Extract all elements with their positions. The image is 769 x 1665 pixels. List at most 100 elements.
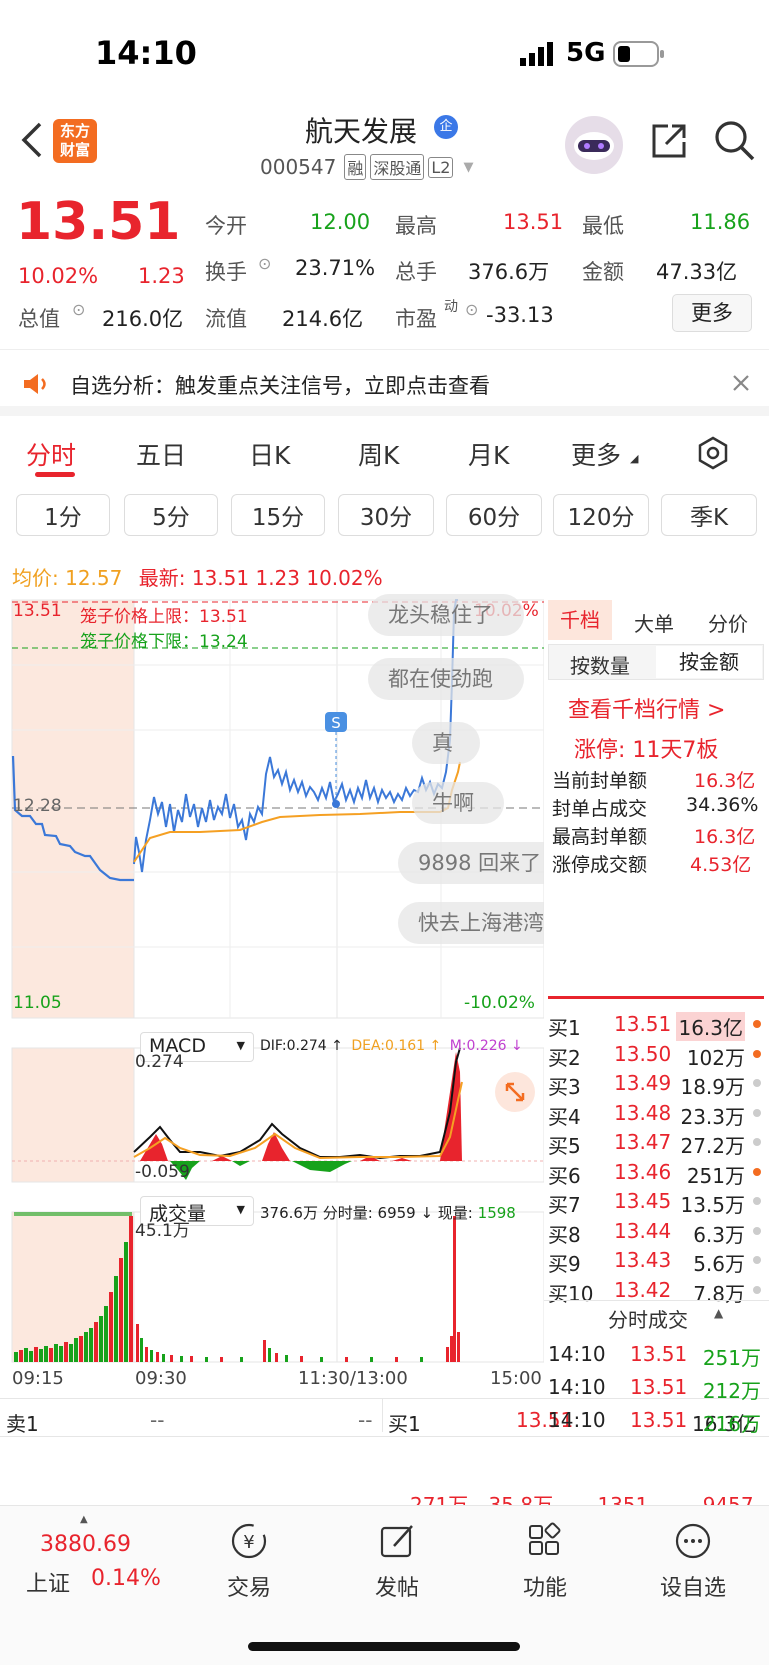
- set-watchlist-label: 设自选: [659, 1576, 726, 1601]
- pct-bot-label: -10.02%: [464, 993, 535, 1013]
- bid-row[interactable]: 买9 13.43 5.6万: [544, 1246, 769, 1276]
- turnover-value: 23.71%: [295, 256, 376, 280]
- assistant-avatar[interactable]: [565, 116, 623, 174]
- more-arrow-icon: ◢: [630, 452, 639, 465]
- trade-row: 14:10 13.51 216万: [544, 1406, 769, 1436]
- trade-label: 交易: [226, 1576, 271, 1601]
- period-120min[interactable]: 120分: [553, 494, 649, 536]
- period-1min[interactable]: 1分: [16, 494, 110, 536]
- sub-tab-by-amount[interactable]: 按金额: [656, 646, 762, 678]
- low-label: 最低: [582, 214, 624, 238]
- dropdown-icon: ▼: [236, 1039, 245, 1052]
- more-dots-icon: [628, 1520, 758, 1562]
- status-time: 14:10: [95, 34, 197, 72]
- divider: [544, 1300, 769, 1301]
- back-icon[interactable]: [16, 120, 46, 164]
- trade-button[interactable]: ¥ 交易: [184, 1520, 314, 1602]
- bid-row[interactable]: 买1 13.51 16.3亿: [544, 1010, 769, 1041]
- bid-row[interactable]: 买6 13.46 251万: [544, 1158, 769, 1188]
- bid-price: 13.45: [614, 1189, 672, 1213]
- thousand-level-link[interactable]: 查看千档行情 >: [568, 692, 725, 724]
- bid-row[interactable]: 买7 13.45 13.5万: [544, 1187, 769, 1217]
- comment-bubble[interactable]: 快去上海港湾: [398, 902, 544, 944]
- notice-bar[interactable]: 自选分析：触发重点关注信号，立即点击查看: [0, 352, 769, 416]
- tab-monthly-k[interactable]: 月K: [468, 436, 509, 472]
- functions-button[interactable]: 功能: [480, 1520, 610, 1602]
- period-5min[interactable]: 5分: [124, 494, 218, 536]
- bid-label: 买4: [548, 1104, 581, 1129]
- search-icon[interactable]: [712, 118, 758, 168]
- post-button[interactable]: 发帖: [332, 1520, 462, 1602]
- bid-dot-icon: [753, 1079, 761, 1087]
- info-icon[interactable]: ⊙: [258, 254, 271, 273]
- bid-row[interactable]: 买8 13.44 6.3万: [544, 1217, 769, 1247]
- index-name[interactable]: 上证: [26, 1566, 70, 1598]
- share-icon[interactable]: [648, 120, 690, 166]
- bid-price: 13.48: [614, 1100, 672, 1125]
- period-60min[interactable]: 60分: [446, 494, 542, 536]
- bid-row[interactable]: 买4 13.48 23.3万: [544, 1099, 769, 1129]
- notice-text: 自选分析：触发重点关注信号，立即点击查看: [70, 374, 490, 398]
- bid-dot-icon: [753, 1020, 761, 1028]
- sub-tab-by-quantity[interactable]: 按数量: [570, 650, 630, 679]
- comment-bubble[interactable]: 真: [412, 722, 480, 764]
- bid-price: 13.44: [614, 1218, 672, 1243]
- comment-bubble[interactable]: 牛啊: [412, 782, 504, 824]
- volume-top-label: 45.1万: [135, 1221, 190, 1241]
- bid-label: 买9: [548, 1252, 581, 1276]
- macd-dif: DIF:0.274 ↑: [260, 1038, 343, 1054]
- bid1-label: 买1: [388, 1412, 421, 1436]
- stock-code-row: 000547 融 深股通 L2 ▼: [260, 154, 473, 180]
- period-30min[interactable]: 30分: [338, 494, 434, 536]
- limit-down-label: 笼子价格下限：13.24: [80, 632, 248, 652]
- detail-value: 35.8万: [488, 1493, 554, 1505]
- detail-value: 9457: [702, 1493, 754, 1505]
- bid-row[interactable]: 买3 13.49 18.9万: [544, 1069, 769, 1099]
- ask1-volume: --: [358, 1408, 373, 1432]
- index-pct[interactable]: 0.14%: [91, 1566, 161, 1591]
- edit-icon: [332, 1520, 462, 1562]
- dropdown-arrow-icon[interactable]: ▼: [463, 160, 473, 175]
- tab-weekly-k[interactable]: 周K: [358, 436, 399, 472]
- info-icon[interactable]: ⊙: [72, 300, 85, 319]
- expand-icon[interactable]: [495, 1072, 535, 1112]
- info-icon[interactable]: ⊙: [465, 300, 478, 319]
- stock-code: 000547: [260, 155, 337, 179]
- tab-daily-k[interactable]: 日K: [249, 436, 290, 472]
- bid-label: 买7: [548, 1193, 581, 1217]
- bid-dot-icon: [753, 1167, 761, 1176]
- bid-dot-icon: [753, 1256, 761, 1264]
- comment-bubble[interactable]: 9898 回来了: [398, 842, 544, 884]
- bid-row[interactable]: 买5 13.47 27.2万: [544, 1128, 769, 1158]
- bid-dot-icon: [753, 1108, 761, 1117]
- amount-label: 金额: [582, 260, 624, 284]
- set-watchlist-button[interactable]: 设自选: [628, 1520, 758, 1602]
- tab-big-order[interactable]: 大单: [634, 608, 674, 637]
- tab-thousand-level[interactable]: 千档: [548, 600, 612, 640]
- change-percent: 10.02%: [18, 264, 99, 288]
- index-value[interactable]: 3880.69: [40, 1532, 131, 1557]
- close-icon[interactable]: [730, 372, 752, 398]
- macd-bot-label: -0.059: [135, 1162, 190, 1182]
- macd-pre-shade: [12, 1048, 134, 1182]
- tab-five-day[interactable]: 五日: [136, 436, 186, 472]
- order-book-panel: 千档 大单 分价 按数量 按金额 查看千档行情 > 涨停: 11天7板 当前封单…: [544, 598, 769, 1436]
- tab-more[interactable]: 更多: [571, 436, 621, 472]
- limit-up-label: 笼子价格上限：13.51: [80, 607, 248, 627]
- period-15min[interactable]: 15分: [231, 494, 325, 536]
- bid-row[interactable]: 买2 13.50 102万: [544, 1040, 769, 1070]
- period-quarter-k[interactable]: 季K: [661, 494, 757, 536]
- bid-dot-icon: [753, 1197, 761, 1205]
- volume-now: 1598: [477, 1204, 516, 1222]
- comment-bubble[interactable]: 龙头稳住了: [368, 594, 524, 636]
- gear-icon[interactable]: [696, 436, 730, 474]
- tab-price-dist[interactable]: 分价: [708, 608, 748, 637]
- trade-row: 14:10 13.51 251万: [544, 1340, 769, 1370]
- more-button[interactable]: 更多: [672, 294, 752, 332]
- comment-bubble[interactable]: 都在使劲跑: [368, 658, 524, 700]
- trades-title[interactable]: 分时成交: [608, 1304, 688, 1333]
- stock-header: 东方 财富 航天发展 企 000547 融 深股通 L2 ▼: [0, 110, 769, 190]
- tab-intraday[interactable]: 分时: [26, 436, 76, 472]
- volume-values: 376.6万 分时量: 6959 ↓ 现量: 1598: [260, 1202, 516, 1223]
- enterprise-badge: 企: [434, 115, 458, 139]
